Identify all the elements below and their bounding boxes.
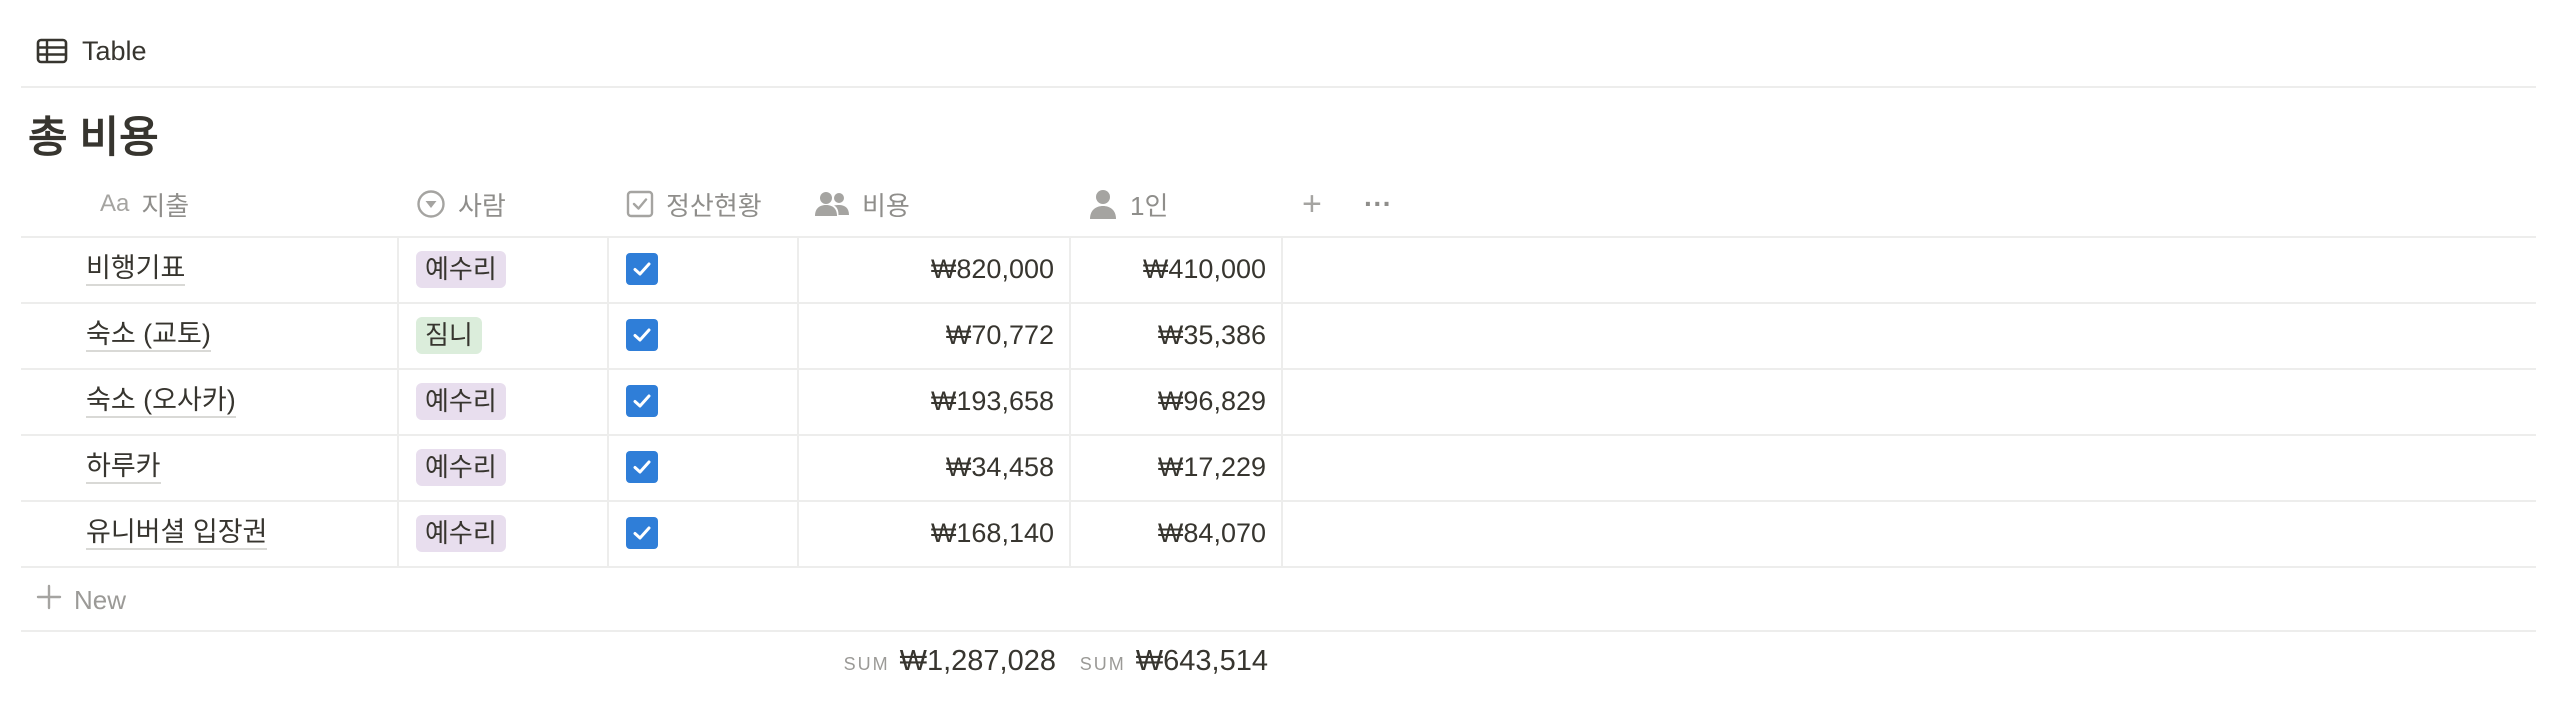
table-row-cost[interactable]: ₩193,658 — [800, 369, 1054, 433]
per-person-value: ₩84,070 — [1157, 517, 1266, 548]
sum-label: SUM — [843, 654, 890, 674]
cost-value: ₩34,458 — [945, 451, 1054, 482]
table-icon — [36, 38, 68, 64]
view-tab-label: Table — [82, 35, 147, 66]
per-person-value: ₩17,229 — [1157, 451, 1266, 482]
cost-value: ₩193,658 — [930, 385, 1054, 416]
more-icon: ··· — [1364, 188, 1392, 219]
people-icon — [814, 190, 850, 218]
view-divider — [21, 86, 2536, 88]
expense-title: 유니버셜 입장권 — [86, 517, 268, 550]
per-person-value: ₩35,386 — [1157, 319, 1266, 350]
add-property-button[interactable]: + — [1302, 183, 1322, 225]
per-person-value: ₩96,829 — [1157, 385, 1266, 416]
table-row-expense[interactable]: 숙소 (오사카) — [86, 369, 236, 433]
cost-value: ₩820,000 — [930, 253, 1054, 284]
cost-sum-calculation[interactable]: SUM ₩1,287,028 — [800, 645, 1056, 689]
table-row-person[interactable]: 예수리 — [416, 237, 506, 301]
table-row-settled[interactable] — [626, 435, 658, 499]
column-header-label: 1인 — [1130, 190, 1169, 221]
expense-title: 비행기표 — [86, 253, 186, 286]
table-row-per-person: ₩96,829 — [1072, 369, 1266, 433]
table-row-expense[interactable]: 비행기표 — [86, 237, 186, 301]
table-row-expense[interactable]: 하루카 — [86, 435, 161, 499]
column-header-label: 비용 — [862, 190, 910, 221]
per-person-sum-value: ₩643,514 — [1135, 645, 1268, 677]
new-row-label: New — [74, 584, 127, 615]
cost-value: ₩70,772 — [945, 319, 1054, 350]
table-row-per-person: ₩17,229 — [1072, 435, 1266, 499]
table-row-settled[interactable] — [626, 369, 658, 433]
table-row-per-person: ₩410,000 — [1072, 237, 1266, 301]
column-header-person[interactable]: 사람 — [416, 183, 506, 225]
expense-title: 숙소 (오사카) — [86, 385, 236, 418]
table-row-person[interactable]: 예수리 — [416, 501, 506, 565]
cost-sum-value: ₩1,287,028 — [899, 645, 1056, 677]
view-tab-table[interactable]: Table — [36, 28, 147, 74]
table-row-person[interactable]: 짐니 — [416, 303, 482, 367]
table-row-person[interactable]: 예수리 — [416, 369, 506, 433]
row-divider — [21, 630, 2536, 632]
table-row-settled[interactable] — [626, 303, 658, 367]
person-tag: 예수리 — [416, 382, 506, 420]
plus-icon — [36, 584, 62, 617]
checked-checkbox[interactable] — [626, 253, 658, 285]
plus-icon: + — [1302, 184, 1322, 223]
table-row-cost[interactable]: ₩168,140 — [800, 501, 1054, 565]
expense-title: 하루카 — [86, 451, 161, 484]
text-aa-icon: Aa — [100, 190, 130, 217]
database-title[interactable]: 총 비용 — [28, 108, 159, 168]
table-row-expense[interactable]: 유니버셜 입장권 — [86, 501, 268, 565]
select-icon — [416, 189, 446, 219]
column-divider — [797, 236, 799, 568]
checkbox-icon — [626, 190, 654, 218]
column-header-label: 지출 — [141, 190, 190, 221]
column-header-label: 정산현황 — [666, 190, 762, 221]
per-person-sum-calculation[interactable]: SUM ₩643,514 — [1072, 645, 1268, 689]
table-row-expense[interactable]: 숙소 (교토) — [86, 303, 211, 367]
person-icon — [1088, 188, 1118, 220]
more-options-button[interactable]: ··· — [1364, 183, 1392, 225]
table-row-cost[interactable]: ₩70,772 — [800, 303, 1054, 367]
per-person-value: ₩410,000 — [1142, 253, 1266, 284]
column-header-settled[interactable]: 정산현황 — [626, 183, 762, 225]
table-row-cost[interactable]: ₩820,000 — [800, 237, 1054, 301]
column-header-per-person[interactable]: 1인 — [1088, 183, 1168, 225]
checked-checkbox[interactable] — [626, 385, 658, 417]
person-tag: 짐니 — [416, 316, 482, 354]
person-tag: 예수리 — [416, 448, 506, 486]
person-tag: 예수리 — [416, 514, 506, 552]
new-row-button[interactable]: New — [36, 568, 126, 632]
column-divider — [397, 236, 399, 568]
column-divider — [1281, 236, 1283, 568]
checked-checkbox[interactable] — [626, 517, 658, 549]
table-row-per-person: ₩84,070 — [1072, 501, 1266, 565]
column-header-label: 사람 — [458, 190, 506, 221]
table-row-cost[interactable]: ₩34,458 — [800, 435, 1054, 499]
column-header-expense[interactable]: Aa 지출 — [100, 183, 189, 225]
expense-title: 숙소 (교토) — [86, 319, 211, 352]
cost-value: ₩168,140 — [930, 517, 1054, 548]
table-row-person[interactable]: 예수리 — [416, 435, 506, 499]
sum-label: SUM — [1079, 654, 1126, 674]
column-divider — [607, 236, 609, 568]
table-row-per-person: ₩35,386 — [1072, 303, 1266, 367]
column-header-cost[interactable]: 비용 — [814, 183, 910, 225]
person-tag: 예수리 — [416, 250, 506, 288]
checked-checkbox[interactable] — [626, 319, 658, 351]
column-divider — [1069, 236, 1071, 568]
table-row-settled[interactable] — [626, 501, 658, 565]
checked-checkbox[interactable] — [626, 451, 658, 483]
table-row-settled[interactable] — [626, 237, 658, 301]
